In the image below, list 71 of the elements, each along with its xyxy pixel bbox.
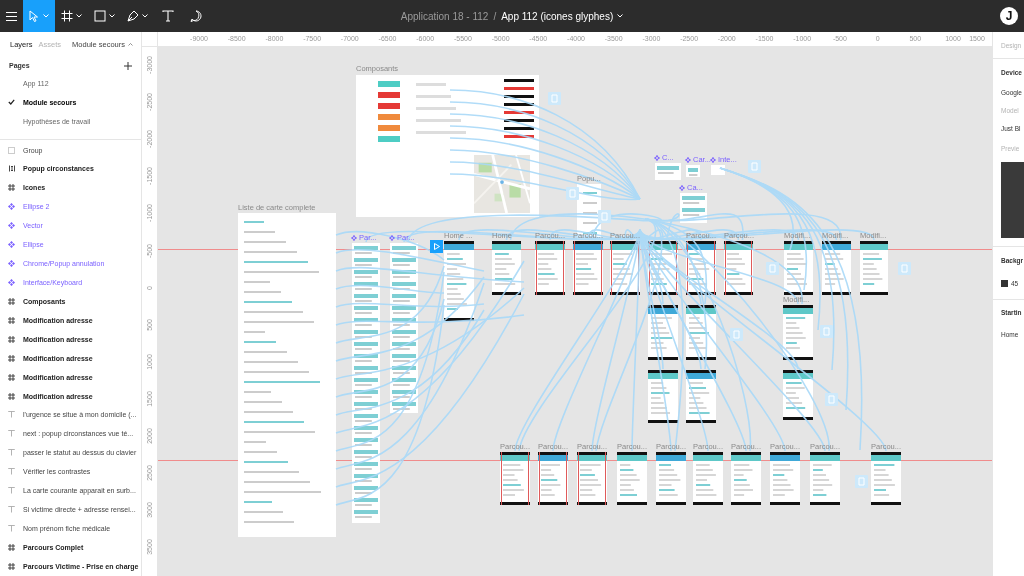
component-icon — [685, 156, 691, 163]
text-layer-icon — [8, 506, 15, 514]
screen-thumbnail[interactable] — [693, 452, 723, 505]
frame-icon — [8, 316, 15, 324]
text-layer-icon — [8, 430, 15, 438]
frame-icon — [61, 10, 73, 22]
component-instance-icon — [8, 279, 15, 286]
screen-thumbnail[interactable] — [648, 370, 678, 423]
frame-icon — [8, 335, 15, 343]
file-name[interactable]: App 112 (icones glyphes) — [501, 10, 624, 22]
screen-thumbnail[interactable] — [724, 241, 753, 295]
menu-icon — [6, 11, 17, 21]
text-layer-icon — [8, 525, 15, 532]
text-layer-icon — [8, 468, 15, 476]
frame-icon — [8, 354, 15, 362]
screen-thumbnail[interactable] — [810, 452, 840, 505]
screen-thumbnail[interactable] — [871, 452, 901, 505]
frame-icon — [8, 392, 15, 400]
screen-thumbnail[interactable] — [573, 241, 603, 295]
component-icon — [351, 234, 357, 241]
component-instance-icon — [8, 260, 15, 268]
check-icon — [8, 99, 15, 106]
screen-thumbnail[interactable] — [538, 452, 568, 505]
screen-thumbnail[interactable] — [860, 241, 888, 295]
component-instance-icon — [8, 203, 15, 211]
screen-thumbnail[interactable] — [500, 452, 530, 505]
screen-thumbnail[interactable] — [783, 305, 813, 360]
screen-thumbnail[interactable] — [770, 452, 800, 505]
play-icon — [433, 243, 440, 250]
caret-icon — [128, 43, 133, 47]
frame-icon — [8, 562, 15, 570]
component-icon — [389, 234, 395, 241]
component-icon — [710, 156, 716, 163]
frame-icon — [8, 184, 15, 192]
components-board[interactable] — [356, 75, 539, 217]
cursor-icon — [29, 10, 40, 22]
caret-icon — [109, 14, 115, 18]
caret-icon — [142, 14, 148, 18]
screen-thumbnail[interactable] — [617, 452, 647, 505]
frame-icon — [8, 297, 15, 305]
screen-thumbnail[interactable] — [731, 452, 761, 505]
screen-thumbnail[interactable] — [577, 452, 607, 505]
user-avatar[interactable]: J — [1000, 7, 1018, 25]
pen-icon — [127, 10, 139, 22]
screen-thumbnail[interactable] — [492, 241, 521, 295]
caret-icon — [76, 14, 82, 18]
frame-icon — [8, 373, 15, 381]
screen-thumbnail[interactable] — [535, 241, 565, 295]
path-separator: / — [493, 10, 497, 22]
frame-icon — [8, 543, 15, 551]
screen-thumbnail[interactable] — [656, 452, 686, 505]
color-swatch[interactable] — [1001, 279, 1008, 287]
text-layer-icon — [8, 411, 15, 419]
component-icon — [679, 184, 685, 191]
caret-icon — [43, 14, 49, 18]
component-instance-icon — [8, 241, 15, 249]
flow-start-button[interactable] — [430, 240, 443, 253]
screen-thumbnail[interactable] — [686, 370, 716, 423]
group-icon — [8, 146, 15, 154]
auto-layout-icon — [7, 165, 16, 173]
component-icon — [654, 154, 660, 161]
project-name: Application 18 - 112 — [400, 10, 489, 22]
screen-thumbnail[interactable] — [783, 370, 813, 420]
text-tool-icon — [162, 10, 174, 22]
screen-thumbnail[interactable] — [444, 241, 474, 321]
rectangle-icon — [94, 10, 106, 22]
component-instance-icon — [8, 222, 15, 230]
add-icon[interactable] — [124, 61, 132, 70]
text-layer-icon — [8, 449, 15, 457]
text-layer-icon — [8, 487, 15, 495]
caret-icon — [617, 14, 624, 18]
